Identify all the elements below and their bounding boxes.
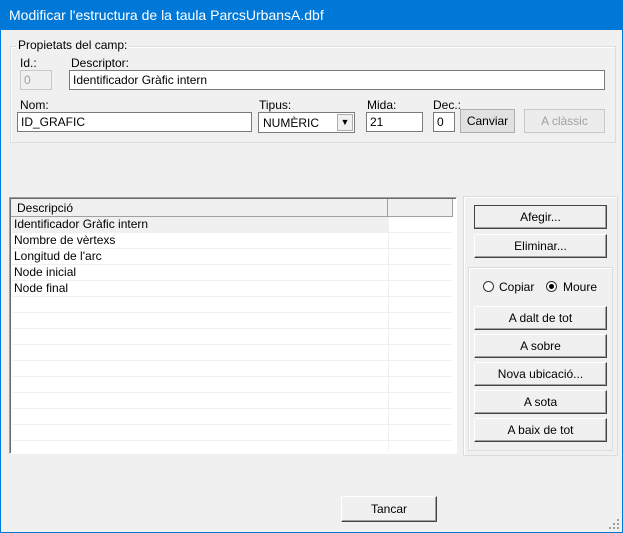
list-item-extra-cell[interactable]: [389, 297, 452, 313]
window-title: Modificar l'estructura de la taula Parcs…: [9, 7, 324, 23]
list-item-extra-cell[interactable]: [389, 281, 452, 297]
move-to-bottom-label: A baix de tot: [507, 423, 574, 437]
list-item-extra-cell[interactable]: [389, 393, 452, 409]
eliminar-button[interactable]: Eliminar...: [474, 234, 607, 258]
list-item-extra-cell[interactable]: [389, 217, 452, 233]
list-item-extra-cell[interactable]: [389, 233, 452, 249]
nom-label: Nom:: [20, 98, 49, 112]
mida-field[interactable]: 21: [366, 112, 423, 132]
list-item[interactable]: [12, 393, 388, 409]
nom-field[interactable]: ID_GRAFIC: [17, 112, 252, 132]
dialog-body: Propietats del camp: Id.: 0 Descriptor: …: [0, 30, 623, 533]
list-item[interactable]: [12, 329, 388, 345]
column-header-descripcio[interactable]: Descripció: [11, 199, 388, 217]
copiar-label[interactable]: Copiar: [499, 280, 534, 294]
dec-field[interactable]: 0: [433, 112, 455, 132]
list-item-extra-cell[interactable]: [389, 425, 452, 441]
move-to-top-label: A dalt de tot: [508, 311, 573, 325]
list-item-extra-cell[interactable]: [389, 329, 452, 345]
list-item-extra-cell[interactable]: [389, 265, 452, 281]
list-item[interactable]: [12, 425, 388, 441]
dec-label: Dec.:: [433, 98, 462, 112]
chevron-down-icon[interactable]: ▼: [337, 114, 353, 131]
list-item-extra-cell[interactable]: [389, 249, 452, 265]
list-item[interactable]: Node final: [12, 281, 388, 297]
a-classic-button: A clàssic: [524, 109, 605, 133]
fields-list[interactable]: Descripció Identificador Gràfic intern No…: [9, 197, 457, 454]
list-item[interactable]: [12, 361, 388, 377]
tancar-button[interactable]: Tancar: [341, 496, 437, 522]
list-item[interactable]: [12, 345, 388, 361]
list-item[interactable]: Identificador Gràfic intern: [12, 217, 388, 233]
new-location-label: Nova ubicació...: [497, 367, 584, 381]
new-location-button[interactable]: Nova ubicació...: [474, 362, 607, 386]
afegir-label: Afegir...: [520, 210, 561, 224]
copiar-radio[interactable]: [483, 281, 494, 292]
tipus-select[interactable]: NUMÈRIC ▼: [258, 112, 355, 133]
move-down-button[interactable]: A sota: [474, 390, 607, 414]
tipus-value: NUMÈRIC: [263, 116, 319, 130]
canviar-button[interactable]: Canviar: [460, 109, 515, 133]
list-item[interactable]: Longitud de l'arc: [12, 249, 388, 265]
moure-radio[interactable]: [546, 281, 557, 292]
eliminar-label: Eliminar...: [514, 239, 567, 253]
list-item-extra-cell[interactable]: [389, 377, 452, 393]
descriptor-label: Descriptor:: [71, 56, 130, 70]
column-header-extra[interactable]: [388, 199, 453, 217]
list-item-extra-cell[interactable]: [389, 345, 452, 361]
move-down-label: A sota: [523, 395, 558, 409]
resize-grip-icon[interactable]: [608, 518, 620, 530]
tancar-label: Tancar: [370, 502, 408, 516]
mida-label: Mida:: [367, 98, 397, 112]
move-to-bottom-button[interactable]: A baix de tot: [474, 418, 607, 442]
list-item[interactable]: [12, 297, 388, 313]
list-item-extra-cell[interactable]: [389, 361, 452, 377]
field-properties-legend: Propietats del camp:: [16, 38, 130, 52]
descriptor-field[interactable]: Identificador Gràfic intern: [69, 70, 605, 90]
afegir-button[interactable]: Afegir...: [474, 205, 607, 229]
list-item-extra-cell[interactable]: [389, 409, 452, 425]
id-field: 0: [20, 70, 52, 90]
id-label: Id.:: [20, 56, 37, 70]
move-up-label: A sobre: [520, 339, 561, 353]
title-bar[interactable]: Modificar l'estructura de la taula Parcs…: [0, 0, 623, 30]
list-item[interactable]: Nombre de vèrtexs: [12, 233, 388, 249]
list-item-extra-cell[interactable]: [389, 313, 452, 329]
move-up-button[interactable]: A sobre: [474, 334, 607, 358]
moure-label[interactable]: Moure: [563, 280, 597, 294]
list-item[interactable]: Node inicial: [12, 265, 388, 281]
list-item[interactable]: [12, 377, 388, 393]
list-item[interactable]: [12, 409, 388, 425]
tipus-label: Tipus:: [259, 98, 292, 112]
list-item[interactable]: [12, 313, 388, 329]
move-to-top-button[interactable]: A dalt de tot: [474, 306, 607, 330]
